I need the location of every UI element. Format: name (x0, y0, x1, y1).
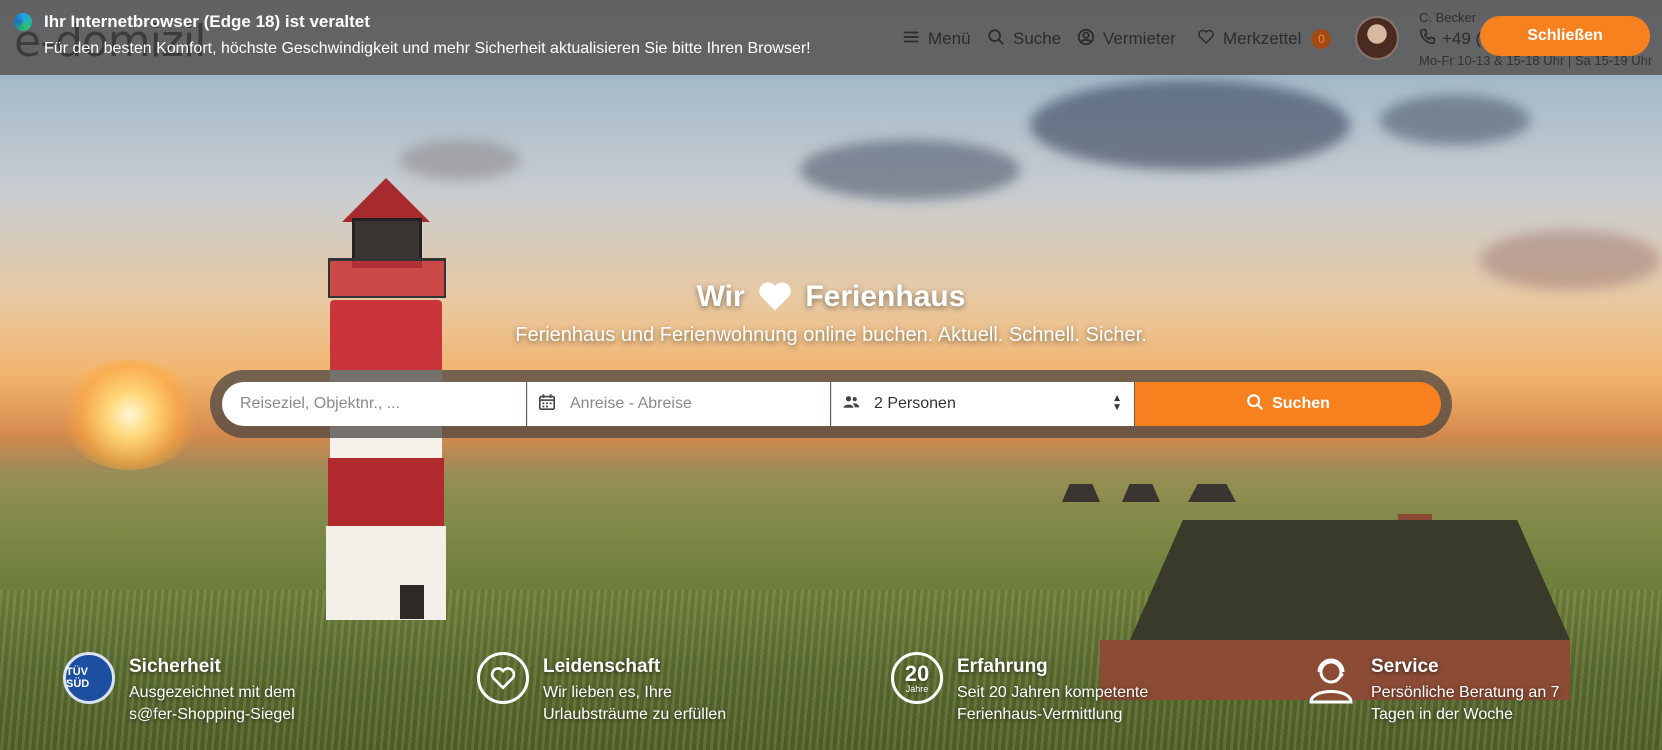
feature-title: Leidenschaft (543, 656, 661, 677)
cloud (1380, 95, 1530, 145)
nav-search-label: Suche (1013, 29, 1062, 48)
banner-text: Für den besten Komfort, höchste Geschwin… (44, 40, 811, 57)
wishlist-count-badge: 0 (1311, 29, 1332, 49)
persons-select[interactable]: 2 Personen ▲ ▼ (831, 382, 1134, 426)
feature-description: Ausgezeichnet mit dem s@fer-Shopping-Sieg… (129, 684, 296, 723)
destination-placeholder: Reiseziel, Objektnr., ... (240, 395, 401, 412)
feature-title: Service (1371, 656, 1439, 677)
user-icon (1077, 28, 1095, 51)
lighthouse (326, 300, 446, 620)
heart-icon (1197, 28, 1215, 51)
search-bar: Reiseziel, Objektnr., ... Anreise - Abre… (210, 370, 1452, 438)
headline-text-post: Ferienhaus (805, 280, 966, 313)
nav-merkzettel[interactable]: Merkzettel 0 (1197, 26, 1332, 52)
nav-vermieter[interactable]: Vermieter (1077, 26, 1176, 52)
feature-title: Erfahrung (957, 656, 1048, 677)
heart-circle-icon (477, 652, 529, 704)
date-range-placeholder: Anreise - Abreise (570, 395, 692, 412)
search-icon (987, 28, 1005, 51)
outdated-browser-banner: e-domizil Ihr Internetbrowser (Edge 18) … (0, 0, 1662, 75)
cloud (800, 140, 1020, 200)
feature-sicherheit: TÜV SÜD Sicherheit Ausgezeichnet mit dem… (63, 652, 443, 732)
nav-menu[interactable]: Menü (902, 26, 971, 52)
search-button-label: Suchen (1272, 395, 1330, 412)
nav-merkzettel-label: Merkzettel (1223, 29, 1302, 48)
heart-icon (757, 280, 793, 320)
contact-phone[interactable]: +49 ( (1419, 28, 1481, 50)
search-icon (1246, 393, 1264, 416)
hero-subline: Ferienhaus und Ferienwohnung online buch… (515, 324, 1147, 346)
contact-phone-number: +49 ( (1442, 29, 1482, 48)
headline-text-pre: Wir (696, 280, 745, 313)
phone-icon (1419, 28, 1436, 50)
feature-title: Sicherheit (129, 656, 221, 677)
persons-value: 2 Personen (874, 395, 956, 412)
feature-erfahrung: 20 Jahre Erfahrung Seit 20 Jahren kompet… (891, 652, 1271, 732)
edge-browser-icon (14, 13, 32, 31)
persons-icon (842, 393, 860, 416)
avatar (1355, 16, 1399, 60)
search-button[interactable]: Suchen (1135, 382, 1441, 426)
feature-description: Wir lieben es, Ihre Urlaubsträume zu erfü… (543, 684, 727, 723)
calendar-icon (538, 393, 556, 416)
sun (60, 360, 200, 470)
banner-title: Ihr Internetbrowser (Edge 18) ist veralt… (44, 12, 370, 31)
menu-icon (902, 28, 920, 51)
lighthouse-roof (342, 178, 430, 222)
nav-vermieter-label: Vermieter (1103, 29, 1176, 48)
feature-leidenschaft: Leidenschaft Wir lieben es, Ihre Urlaubst… (477, 652, 857, 732)
destination-input[interactable]: Reiseziel, Objektnr., ... (222, 382, 526, 426)
contact-name: C. Becker (1419, 10, 1477, 25)
feature-service: Service Persönliche Beratung an 7 Tagen i… (1305, 652, 1662, 732)
cloud (1030, 80, 1350, 170)
lighthouse-door (400, 585, 424, 619)
nav-search[interactable]: Suche (987, 26, 1061, 52)
tuv-seal-icon: TÜV SÜD (63, 652, 115, 704)
thatched-house-roof (1130, 520, 1570, 640)
cloud (400, 140, 520, 180)
feature-description: Persönliche Beratung an 7 Tagen in der Wo… (1371, 684, 1560, 723)
years-badge-icon: 20 Jahre (891, 652, 943, 704)
nav-menu-label: Menü (928, 29, 971, 48)
select-arrows-icon: ▲ ▼ (1112, 393, 1122, 413)
date-range-input[interactable]: Anreise - Abreise (527, 382, 830, 426)
feature-description: Seit 20 Jahren kompetente Ferienhaus-Verm… (957, 684, 1149, 723)
close-banner-button[interactable]: Schließen (1480, 16, 1650, 56)
hero-headline: Wir Ferienhaus (0, 280, 1662, 320)
support-agent-icon (1305, 652, 1357, 704)
